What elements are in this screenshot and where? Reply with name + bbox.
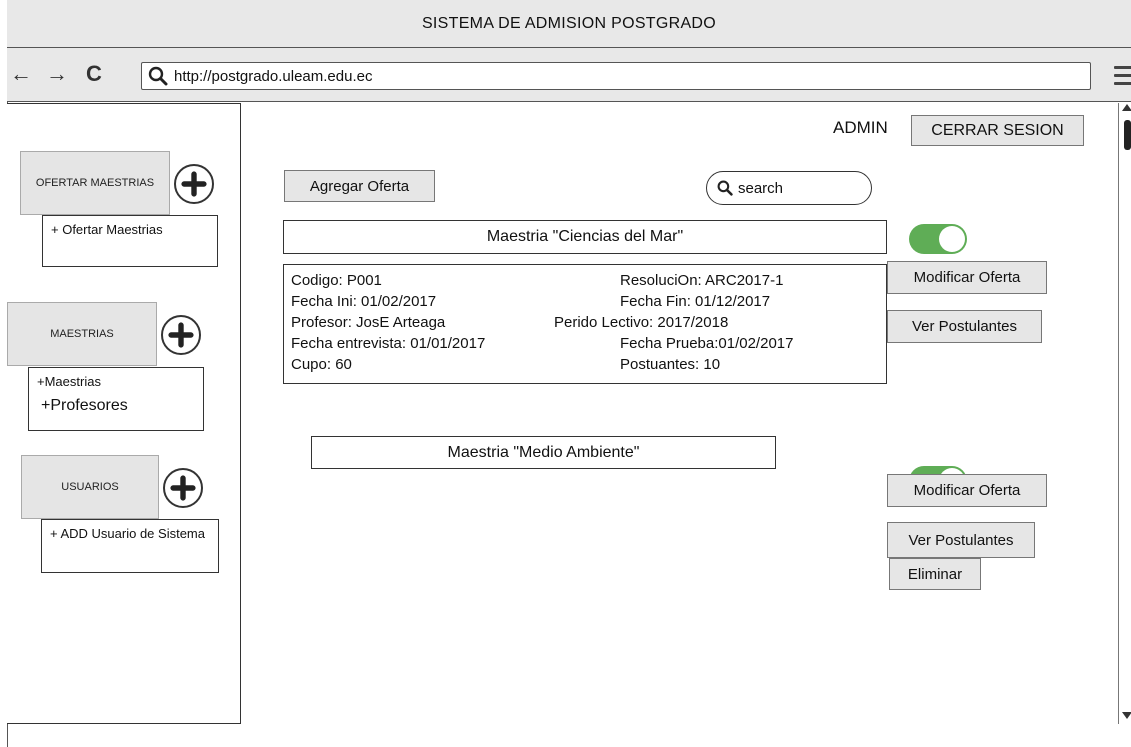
detail-resolucion: ResoluciOn: ARC2017-1 (620, 272, 784, 289)
logout-button[interactable]: CERRAR SESION (911, 115, 1084, 146)
modify-offer-button[interactable]: Modificar Oferta (887, 474, 1047, 507)
maestrias-button[interactable]: MAESTRIAS (7, 302, 157, 366)
ofertar-submenu: + Ofertar Maestrias (42, 215, 218, 267)
add-maestrias-plus-icon[interactable] (161, 315, 201, 355)
offer-enabled-toggle[interactable] (909, 224, 967, 254)
detail-fecha-ini: Fecha Ini: 01/02/2017 (291, 293, 437, 310)
forward-arrow-icon[interactable]: → (46, 63, 68, 85)
modify-offer-button[interactable]: Modificar Oferta (887, 261, 1047, 294)
address-bar[interactable]: http://postgrado.uleam.edu.ec (141, 62, 1091, 90)
offer-title: Maestria "Medio Ambiente" (311, 436, 776, 469)
offer-title: Maestria "Ciencias del Mar" (283, 220, 887, 254)
ofertar-maestrias-button[interactable]: OFERTAR MAESTRIAS (20, 151, 170, 215)
detail-fecha-prueba: Fecha Prueba:01/02/2017 (620, 335, 794, 352)
view-applicants-button[interactable]: Ver Postulantes (887, 310, 1042, 343)
add-offer-button[interactable]: Agregar Oferta (284, 170, 435, 202)
back-arrow-icon[interactable]: ← (10, 63, 32, 85)
delete-offer-button[interactable]: Eliminar (889, 558, 981, 590)
window-title: SISTEMA DE ADMISION POSTGRADO (7, 0, 1131, 48)
search-input[interactable]: search (706, 171, 872, 205)
scroll-up-arrow-icon[interactable] (1122, 104, 1131, 111)
scrollbar-thumb[interactable] (1124, 120, 1131, 150)
submenu-item-profesores[interactable]: +Profesores (37, 396, 195, 416)
url-text: http://postgrado.uleam.edu.ec (174, 67, 373, 85)
vertical-scrollbar[interactable] (1118, 103, 1131, 724)
detail-fecha-entrevista: Fecha entrevista: 01/01/2017 (291, 335, 486, 352)
submenu-item-add-usuario[interactable]: + ADD Usuario de Sistema (50, 526, 210, 542)
scroll-down-arrow-icon[interactable] (1122, 712, 1131, 719)
search-placeholder: search (738, 179, 784, 197)
search-icon (148, 66, 168, 86)
reload-icon[interactable]: C (86, 63, 102, 85)
add-ofertar-plus-icon[interactable] (174, 164, 214, 204)
add-usuarios-plus-icon[interactable] (163, 468, 203, 508)
view-applicants-button[interactable]: Ver Postulantes (887, 522, 1035, 558)
hamburger-menu-icon[interactable] (1114, 66, 1131, 86)
usuarios-button[interactable]: USUARIOS (21, 455, 159, 519)
maestrias-submenu: +Maestrias +Profesores (28, 367, 204, 431)
detail-profesor: Profesor: JosE Arteaga (291, 314, 446, 331)
usuarios-submenu: + ADD Usuario de Sistema (41, 519, 219, 573)
current-user-label: ADMIN (833, 118, 888, 137)
detail-fecha-fin: Fecha Fin: 01/12/2017 (620, 293, 771, 310)
search-icon (717, 180, 733, 196)
detail-periodo: Perido Lectivo: 2017/2018 (554, 314, 729, 331)
submenu-item-maestrias[interactable]: +Maestrias (37, 374, 195, 390)
submenu-item-ofertar-maestrias[interactable]: + Ofertar Maestrias (51, 222, 209, 238)
detail-cupo: Cupo: 60 (291, 356, 352, 373)
detail-postulantes: Postuantes: 10 (620, 356, 721, 373)
detail-codigo: Codigo: P001 (291, 272, 382, 289)
offer-details: Codigo: P001 ResoluciOn: ARC2017-1 Fecha… (283, 264, 887, 384)
